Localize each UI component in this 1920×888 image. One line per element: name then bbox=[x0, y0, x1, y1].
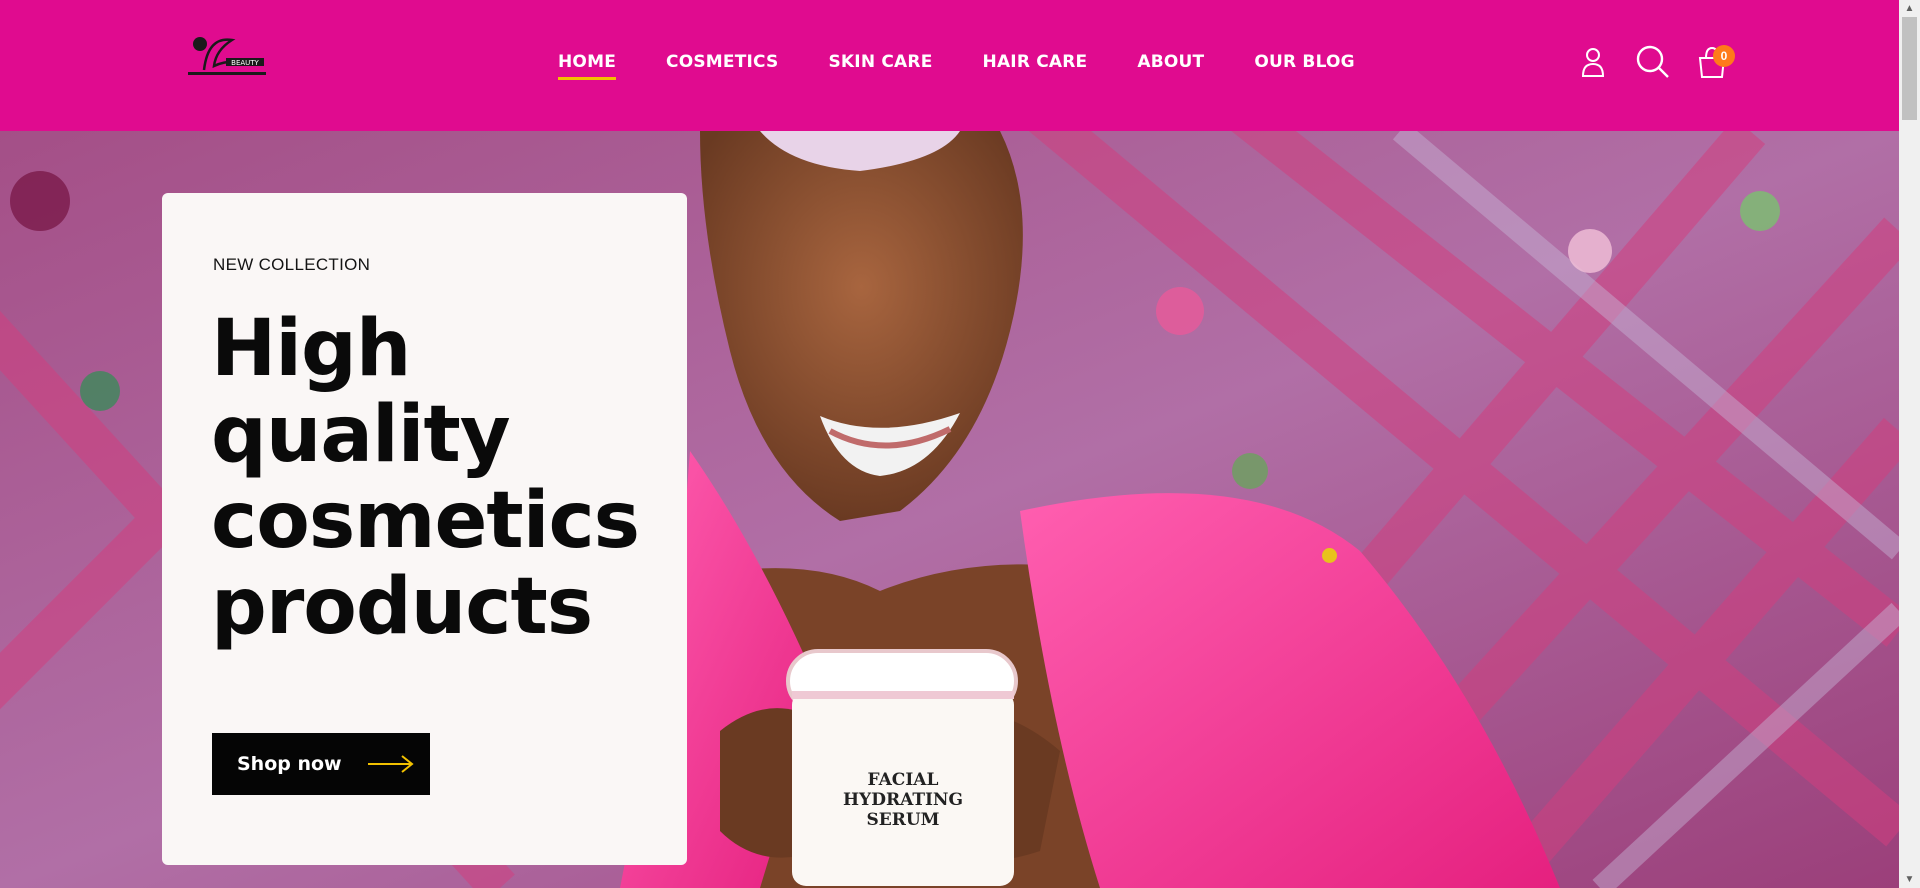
scrollbar-track[interactable] bbox=[1899, 0, 1920, 888]
scrollbar-thumb[interactable] bbox=[1902, 17, 1917, 120]
brand-logo[interactable]: BEAUTY bbox=[186, 30, 268, 80]
slider-dot[interactable] bbox=[1322, 548, 1337, 563]
nav-hair-care[interactable]: HAIR CARE bbox=[983, 50, 1088, 74]
page: FACIAL HYDRATING SERUM BEAUTY HOME COSME… bbox=[0, 0, 1899, 888]
scroll-down-icon[interactable]: ▼ bbox=[1899, 871, 1920, 888]
user-icon[interactable] bbox=[1575, 44, 1611, 80]
jar-label: FACIAL bbox=[868, 770, 939, 790]
svg-text:SERUM: SERUM bbox=[866, 810, 939, 830]
search-icon[interactable] bbox=[1635, 44, 1671, 80]
main-nav: HOME COSMETICS SKIN CARE HAIR CARE ABOUT… bbox=[558, 50, 1405, 80]
cart-count-badge: 0 bbox=[1713, 45, 1735, 67]
headline-line: cosmetics bbox=[211, 476, 640, 566]
shop-now-button[interactable]: Shop now bbox=[212, 733, 430, 795]
headline-line: quality bbox=[211, 390, 511, 480]
svg-text:BEAUTY: BEAUTY bbox=[231, 59, 259, 67]
nav-home[interactable]: HOME bbox=[558, 50, 617, 80]
nav-about[interactable]: ABOUT bbox=[1137, 50, 1204, 74]
headline-line: products bbox=[211, 562, 593, 652]
nav-cosmetics[interactable]: COSMETICS bbox=[666, 50, 778, 74]
headline-line: High bbox=[211, 304, 411, 394]
svg-text:HYDRATING: HYDRATING bbox=[843, 790, 963, 810]
nav-skin-care[interactable]: SKIN CARE bbox=[828, 50, 932, 74]
nav-our-blog[interactable]: OUR BLOG bbox=[1254, 50, 1354, 74]
shop-now-label: Shop now bbox=[237, 753, 342, 775]
site-header: BEAUTY HOME COSMETICS SKIN CARE HAIR CAR… bbox=[0, 0, 1899, 131]
scroll-up-icon[interactable]: ▲ bbox=[1899, 0, 1920, 17]
hero-headline: High quality cosmetics products bbox=[211, 306, 681, 650]
arrow-right-icon bbox=[367, 755, 414, 773]
hero-eyebrow: NEW COLLECTION bbox=[213, 255, 371, 274]
